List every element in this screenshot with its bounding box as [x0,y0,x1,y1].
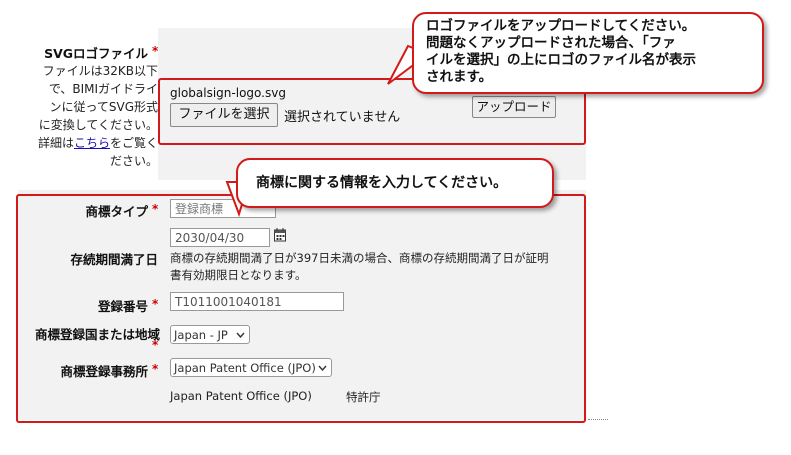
desc-line: で、BIMIガイドライ [48,82,158,96]
svg-logo-label: SVGロゴファイル [20,43,148,62]
callout-upload-line: イルを選択」の上にロゴのファイル名が表示 [426,52,696,68]
details-link[interactable]: こちら [74,136,110,150]
svg-logo-description: ファイルは32KB以下 で、BIMIガイドライ ンに従ってSVG形式 に変換して… [18,62,158,170]
svg-logo-label-text: SVGロゴファイル [44,46,148,61]
desc-prefix: 詳細は [37,136,74,150]
desc-suffix: をご覧く [109,136,158,150]
callout-upload-line: 問題なくアップロードされた場合、「ファ [426,35,676,51]
desc-line: ンに従ってSVG形式 [49,100,158,114]
callout-trademark: 商標に関する情報を入力してください。 [236,158,554,208]
required-mark: * [152,44,159,58]
desc-line: に変換してください。 [38,118,158,132]
desc-line: ファイルは32KB以下 [42,64,158,78]
desc-line: ださい。 [109,154,158,168]
callout-upload-line: されます。 [426,69,493,85]
dotted-divider [588,419,608,420]
callout-upload-line: ロゴファイルをアップロードしてください。 [426,18,696,34]
desc-line: 詳細はこちらをご覧く [18,134,158,152]
trademark-highlight-box [16,194,586,423]
callout-upload: ロゴファイルをアップロードしてください。 問題なくアップロードされた場合、「ファ… [412,12,764,94]
